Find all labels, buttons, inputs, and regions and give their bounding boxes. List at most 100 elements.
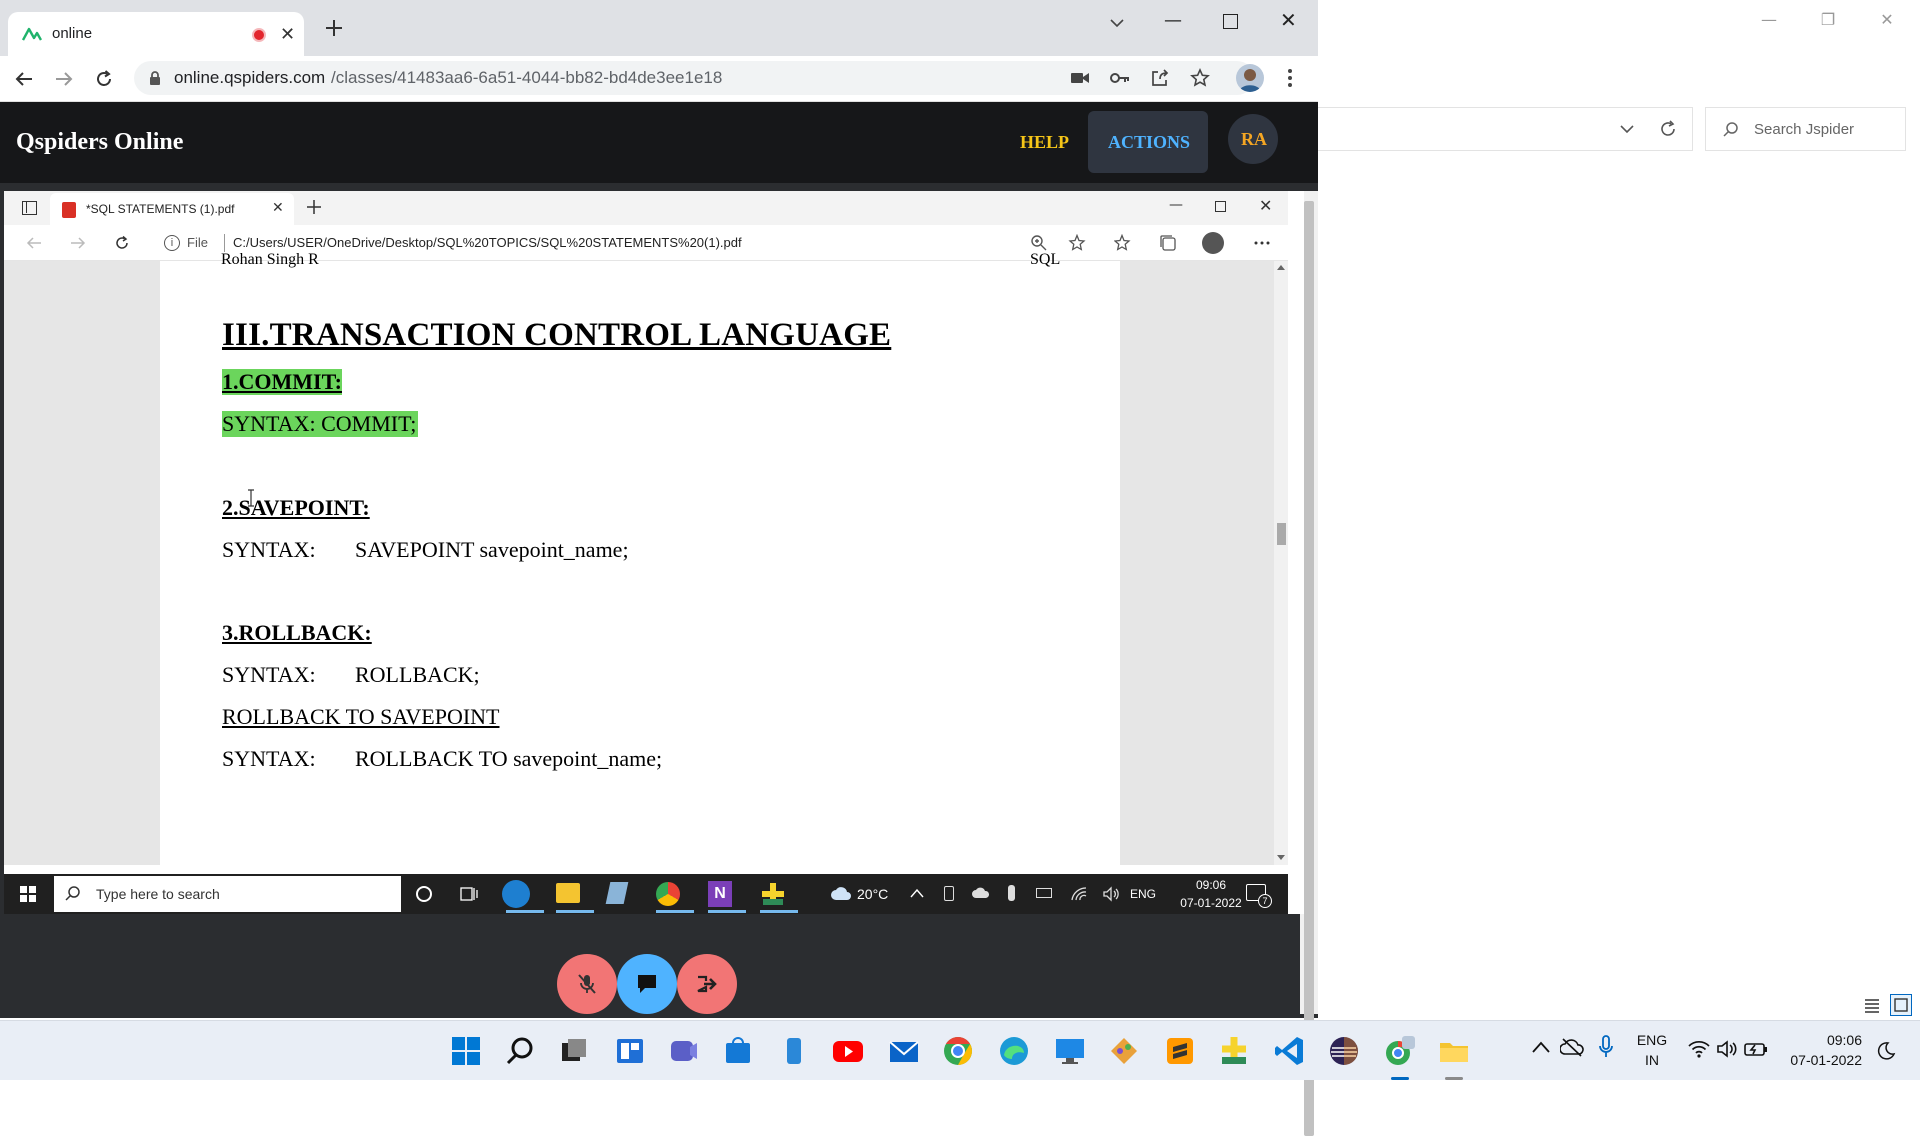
close-tab-icon[interactable]: ✕ [272, 200, 284, 216]
sublime-text-icon[interactable] [1164, 1035, 1196, 1067]
close-window-icon[interactable]: ✕ [1280, 8, 1297, 32]
minimize-icon[interactable]: — [1169, 197, 1183, 213]
search-icon[interactable] [504, 1035, 536, 1067]
cortana-icon[interactable] [416, 886, 432, 902]
leave-session-button[interactable] [677, 954, 737, 1014]
onedrive-offline-icon[interactable] [1560, 1037, 1584, 1057]
vscode-icon[interactable] [1274, 1035, 1306, 1067]
mute-mic-button[interactable] [557, 954, 617, 1014]
maximize-icon[interactable] [1223, 14, 1238, 29]
help-button[interactable]: HELP [1020, 132, 1069, 153]
scroll-down-icon[interactable] [1277, 855, 1285, 860]
widgets-icon[interactable] [614, 1035, 646, 1067]
chrome-profile-app-icon[interactable] [1384, 1035, 1416, 1067]
share-icon[interactable] [1150, 68, 1170, 88]
new-tab-icon[interactable] [306, 199, 322, 215]
zoom-icon[interactable] [1030, 234, 1048, 252]
volume-tray-icon[interactable] [1102, 886, 1120, 902]
tiles-view-icon[interactable] [1890, 994, 1912, 1016]
minimize-icon[interactable]: — [1749, 8, 1789, 32]
wifi-tray-icon[interactable] [1070, 886, 1088, 902]
task-view-icon[interactable] [460, 886, 478, 902]
chrome-app-icon[interactable] [942, 1035, 974, 1067]
profile-avatar[interactable] [1202, 232, 1224, 254]
battery-tray-icon[interactable] [1036, 888, 1052, 898]
onedrive-tray-icon[interactable] [972, 887, 990, 899]
taskbar-clock-time[interactable]: 09:06 [1778, 1032, 1862, 1048]
forward-icon[interactable] [70, 235, 86, 251]
explorer-address-bar[interactable] [1318, 107, 1693, 151]
teams-chat-icon[interactable] [668, 1035, 700, 1067]
scroll-up-icon[interactable] [1277, 265, 1285, 270]
file-explorer-icon[interactable] [556, 883, 580, 903]
reload-icon[interactable] [94, 69, 114, 89]
tray-date[interactable]: 07-01-2022 [1168, 896, 1254, 910]
tab-search-chevron-icon[interactable] [1108, 14, 1126, 32]
edge-app-icon[interactable] [998, 1035, 1030, 1067]
tray-chevron-up-icon[interactable] [910, 888, 924, 898]
taskbar-search-box[interactable]: Type here to search [54, 876, 401, 912]
volume-icon[interactable] [1716, 1040, 1738, 1058]
restore-icon[interactable] [1215, 201, 1226, 212]
task-view-icon[interactable] [558, 1035, 590, 1067]
tray-language-line2[interactable]: IN [1630, 1052, 1674, 1068]
edge-tab-pdf[interactable]: *SQL STATEMENTS (1).pdf ✕ [50, 193, 294, 225]
close-icon[interactable]: ✕ [1867, 8, 1907, 32]
tray-language-line1[interactable]: ENG [1630, 1032, 1674, 1048]
chrome-tab-online[interactable]: online ✕ [8, 12, 304, 56]
edge-app-icon[interactable] [502, 880, 530, 908]
chat-button[interactable] [617, 954, 677, 1014]
game-app-icon[interactable] [760, 881, 786, 907]
edge-address-path[interactable]: C:/Users/USER/OneDrive/Desktop/SQL%20TOP… [233, 235, 742, 250]
weather-temperature[interactable]: 20°C [857, 886, 888, 902]
mail-icon[interactable] [888, 1035, 920, 1067]
tray-language[interactable]: ENG [1130, 887, 1156, 901]
chrome-menu-icon[interactable] [1287, 68, 1293, 88]
info-icon[interactable]: i [164, 235, 180, 251]
game-app-icon[interactable] [1218, 1035, 1250, 1067]
favorites-icon[interactable] [1114, 234, 1132, 252]
pdf-scroll-thumb[interactable] [1277, 523, 1286, 545]
minimize-icon[interactable]: — [1164, 10, 1182, 31]
battery-charging-icon[interactable] [1744, 1041, 1768, 1057]
collections-icon[interactable] [1159, 234, 1177, 252]
explorer-search-box[interactable]: Search Jspider [1705, 107, 1906, 151]
chevron-down-icon[interactable] [1618, 120, 1636, 138]
tray-time[interactable]: 09:06 [1184, 878, 1238, 892]
scrollbar-thumb[interactable] [1304, 201, 1314, 1136]
notepad-app-icon[interactable] [605, 882, 629, 904]
wifi-icon[interactable] [1688, 1040, 1710, 1058]
eclipse-icon[interactable] [1328, 1035, 1360, 1067]
device-tray-icon[interactable] [944, 886, 954, 901]
onenote-app-icon[interactable]: N [708, 881, 732, 907]
phone-app-icon[interactable] [778, 1035, 810, 1067]
taskbar-clock-date[interactable]: 07-01-2022 [1778, 1052, 1862, 1068]
reload-icon[interactable] [114, 235, 130, 251]
back-icon[interactable] [26, 235, 42, 251]
bookmark-star-icon[interactable] [1190, 68, 1210, 88]
settings-more-icon[interactable] [1254, 241, 1270, 245]
close-tab-icon[interactable]: ✕ [280, 24, 295, 45]
new-tab-icon[interactable] [324, 18, 344, 38]
windows-start-icon[interactable] [20, 886, 36, 902]
refresh-icon[interactable] [1658, 119, 1678, 139]
add-favorite-icon[interactable] [1068, 234, 1086, 252]
pdf-scrollbar[interactable] [1274, 261, 1288, 865]
close-window-icon[interactable]: ✕ [1259, 196, 1272, 215]
camera-icon[interactable] [1070, 70, 1090, 86]
microsoft-store-icon[interactable] [722, 1035, 754, 1067]
restore-icon[interactable]: ❐ [1808, 8, 1848, 32]
tray-chevron-up-icon[interactable] [1532, 1041, 1550, 1053]
actions-button[interactable]: ACTIONS [1088, 111, 1208, 173]
chrome-app-icon[interactable] [656, 882, 680, 906]
youtube-icon[interactable] [832, 1035, 864, 1067]
key-icon[interactable] [1110, 70, 1130, 86]
lock-icon[interactable] [148, 70, 162, 86]
windows-start-icon[interactable] [450, 1035, 482, 1067]
usb-tray-icon[interactable] [1008, 885, 1015, 901]
forward-icon[interactable] [54, 69, 74, 89]
microphone-icon[interactable] [1598, 1035, 1614, 1059]
details-view-icon[interactable] [1863, 996, 1881, 1014]
remote-desktop-icon[interactable] [1054, 1035, 1086, 1067]
back-icon[interactable] [14, 69, 34, 89]
